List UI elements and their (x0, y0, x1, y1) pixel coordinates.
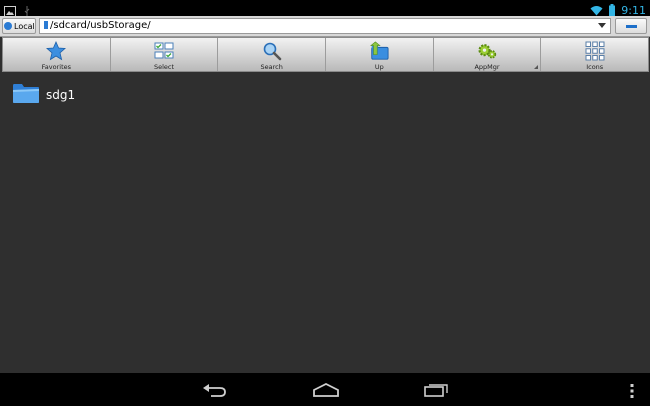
search-label: Search (260, 63, 283, 71)
recent-apps-icon[interactable] (424, 382, 448, 401)
folder-up-icon (369, 41, 389, 61)
favorites-label: Favorites (41, 63, 72, 71)
address-bar: Local /sdcard/usbStorage/ (0, 16, 650, 37)
select-button[interactable]: Select (111, 38, 219, 71)
overflow-menu-icon[interactable] (630, 383, 634, 402)
search-button[interactable]: Search (218, 38, 327, 71)
icons-grid-icon (585, 41, 605, 61)
up-button[interactable]: Up (326, 38, 434, 71)
list-item[interactable]: sdg1 (12, 83, 75, 107)
path-field[interactable]: /sdcard/usbStorage/ (39, 18, 611, 34)
appmgr-button[interactable]: AppMgr (434, 38, 542, 71)
minus-icon (626, 25, 637, 28)
back-icon[interactable] (203, 382, 227, 401)
star-icon (46, 41, 67, 61)
status-bar: 9:11 (0, 0, 650, 17)
appmgr-label: AppMgr (474, 63, 500, 71)
gears-icon (477, 41, 497, 61)
location-label: Local (14, 21, 35, 31)
folder-icon (12, 82, 40, 108)
chevron-down-icon[interactable] (598, 23, 606, 28)
globe-icon (4, 22, 12, 30)
favorites-button[interactable]: Favorites (3, 38, 111, 71)
icons-label: Icons (586, 63, 604, 71)
path-text: /sdcard/usbStorage/ (50, 20, 151, 31)
navigation-bar (0, 373, 650, 406)
up-label: Up (374, 63, 384, 71)
toolbar: Favorites Select Search Up AppMgr Icons (2, 37, 649, 72)
more-indicator-icon (534, 65, 539, 69)
select-grid-icon (154, 41, 174, 61)
sdcard-icon (44, 21, 48, 29)
icons-view-button[interactable]: Icons (541, 38, 648, 71)
select-label: Select (153, 63, 175, 71)
home-icon[interactable] (313, 382, 339, 401)
location-button[interactable]: Local (2, 18, 36, 34)
collapse-button[interactable] (615, 18, 647, 34)
magnifier-icon (262, 41, 282, 61)
file-name: sdg1 (46, 88, 76, 102)
